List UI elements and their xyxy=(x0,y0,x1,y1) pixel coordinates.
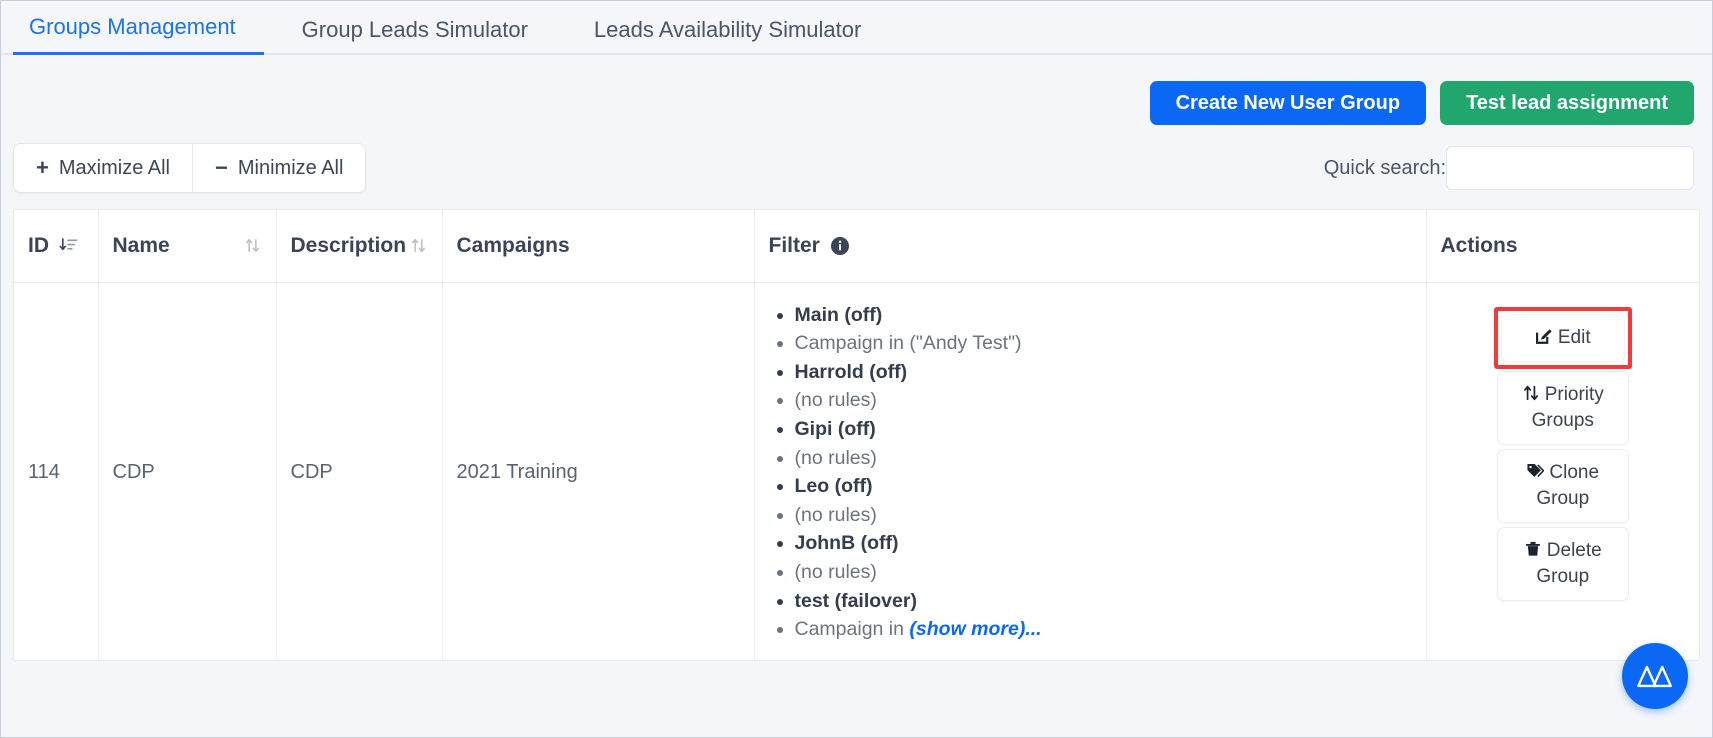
column-label: Name xyxy=(112,233,170,257)
column-label: ID xyxy=(28,233,49,257)
filter-rule-text: Campaign in xyxy=(794,618,910,641)
column-label: Actions xyxy=(1440,233,1518,257)
tag-icon xyxy=(1527,463,1545,477)
primary-button-row: Create New User Group Test lead assignme… xyxy=(1,55,1712,125)
groups-table-container: ID Name Description Campaigns Filter Act… xyxy=(13,209,1700,661)
show-more-link[interactable]: (show more)... xyxy=(909,618,1041,640)
filter-rule-list: Main (off) Campaign in ("Andy Test") Har… xyxy=(769,301,1412,644)
maximize-all-button[interactable]: + Maximize All xyxy=(14,144,193,192)
test-lead-assignment-button[interactable]: Test lead assignment xyxy=(1440,81,1694,125)
cell-name: CDP xyxy=(98,282,277,660)
column-label: Description xyxy=(290,233,407,257)
tab-groups-management[interactable]: Groups Management xyxy=(13,10,264,55)
filter-agent-header: test (failover) xyxy=(795,587,1412,616)
table-row: 114 CDP CDP 2021 Training Main (off) Cam… xyxy=(14,282,1699,660)
sort-both-icon[interactable] xyxy=(243,236,262,255)
table-controls: + Maximize All − Minimize All Quick sear… xyxy=(1,125,1712,193)
cell-campaigns: 2021 Training xyxy=(442,282,755,660)
quick-search-label: Quick search: xyxy=(1323,156,1446,179)
priority-groups-label: Priority Groups xyxy=(1531,383,1604,431)
maximize-all-label: Maximize All xyxy=(58,156,170,179)
tab-group-leads-simulator[interactable]: Group Leads Simulator xyxy=(286,13,556,55)
filter-rule: (no rules) xyxy=(795,386,1412,415)
cell-filter: Main (off) Campaign in ("Andy Test") Har… xyxy=(754,282,1427,660)
info-icon[interactable] xyxy=(830,236,850,256)
table-header-row: ID Name Description Campaigns Filter Act… xyxy=(14,210,1699,283)
search-input[interactable] xyxy=(1446,146,1694,190)
tab-bar: Groups Management Group Leads Simulator … xyxy=(1,1,1712,55)
cell-id: 114 xyxy=(14,282,99,660)
filter-agent-header: JohnB (off) xyxy=(795,529,1412,558)
tab-label: Group Leads Simulator xyxy=(301,17,528,42)
table-header: ID Name Description Campaigns Filter Act… xyxy=(14,210,1699,283)
app-page: Groups Management Group Leads Simulator … xyxy=(0,0,1713,738)
tab-label: Groups Management xyxy=(29,14,236,39)
mountain-logo-icon xyxy=(1637,665,1672,688)
filter-agent-header: Gipi (off) xyxy=(795,415,1412,444)
quick-search: Quick search: xyxy=(1324,146,1694,190)
edit-pencil-icon xyxy=(1535,328,1552,344)
filter-rule: (no rules) xyxy=(795,501,1412,530)
column-header-campaigns[interactable]: Campaigns xyxy=(442,210,755,283)
column-label: Filter xyxy=(768,233,820,257)
sort-arrows-icon xyxy=(1523,385,1538,400)
table-body: 114 CDP CDP 2021 Training Main (off) Cam… xyxy=(14,282,1699,660)
filter-rule: (no rules) xyxy=(795,444,1412,473)
edit-button[interactable]: Edit xyxy=(1500,313,1625,362)
priority-groups-button[interactable]: Priority Groups xyxy=(1496,370,1629,445)
maximize-minimize-group: + Maximize All − Minimize All xyxy=(13,143,367,193)
tab-label: Leads Availability Simulator xyxy=(593,17,862,42)
column-header-actions: Actions xyxy=(1426,210,1699,283)
column-header-filter[interactable]: Filter xyxy=(754,210,1427,283)
minus-icon: − xyxy=(215,155,228,180)
filter-agent-header: Leo (off) xyxy=(795,472,1412,501)
filter-agent-header: Main (off) xyxy=(795,301,1412,330)
filter-rule: (no rules) xyxy=(795,558,1412,587)
trash-icon xyxy=(1525,541,1540,556)
sort-descending-icon[interactable] xyxy=(59,236,78,255)
clone-group-label: Clone Group xyxy=(1536,461,1600,509)
delete-group-label: Delete Group xyxy=(1536,539,1602,587)
groups-table: ID Name Description Campaigns Filter Act… xyxy=(14,210,1699,660)
floating-action-button[interactable] xyxy=(1622,643,1688,709)
row-action-buttons: Edit Priority Groups Clone Group Delete … xyxy=(1493,306,1632,601)
edit-label: Edit xyxy=(1557,326,1591,348)
cell-actions: Edit Priority Groups Clone Group Delete … xyxy=(1426,282,1699,660)
filter-agent-header: Harrold (off) xyxy=(795,358,1412,387)
delete-group-button[interactable]: Delete Group xyxy=(1496,526,1629,601)
column-header-id[interactable]: ID xyxy=(14,210,99,283)
column-label: Campaigns xyxy=(456,233,570,257)
cell-description: CDP xyxy=(276,282,443,660)
minimize-all-label: Minimize All xyxy=(237,156,344,179)
filter-rule: Campaign in ("Andy Test") xyxy=(795,329,1412,358)
column-header-description[interactable]: Description xyxy=(276,210,443,283)
edit-highlight-box: Edit xyxy=(1493,306,1632,369)
clone-group-button[interactable]: Clone Group xyxy=(1496,448,1629,523)
tab-leads-availability-simulator[interactable]: Leads Availability Simulator xyxy=(578,13,889,55)
sort-both-icon[interactable] xyxy=(409,236,428,255)
plus-icon: + xyxy=(36,155,49,180)
filter-rule-truncated: Campaign in (show more)... xyxy=(795,615,1412,644)
create-new-user-group-button[interactable]: Create New User Group xyxy=(1149,81,1427,125)
minimize-all-button[interactable]: − Minimize All xyxy=(193,144,366,192)
column-header-name[interactable]: Name xyxy=(98,210,277,283)
